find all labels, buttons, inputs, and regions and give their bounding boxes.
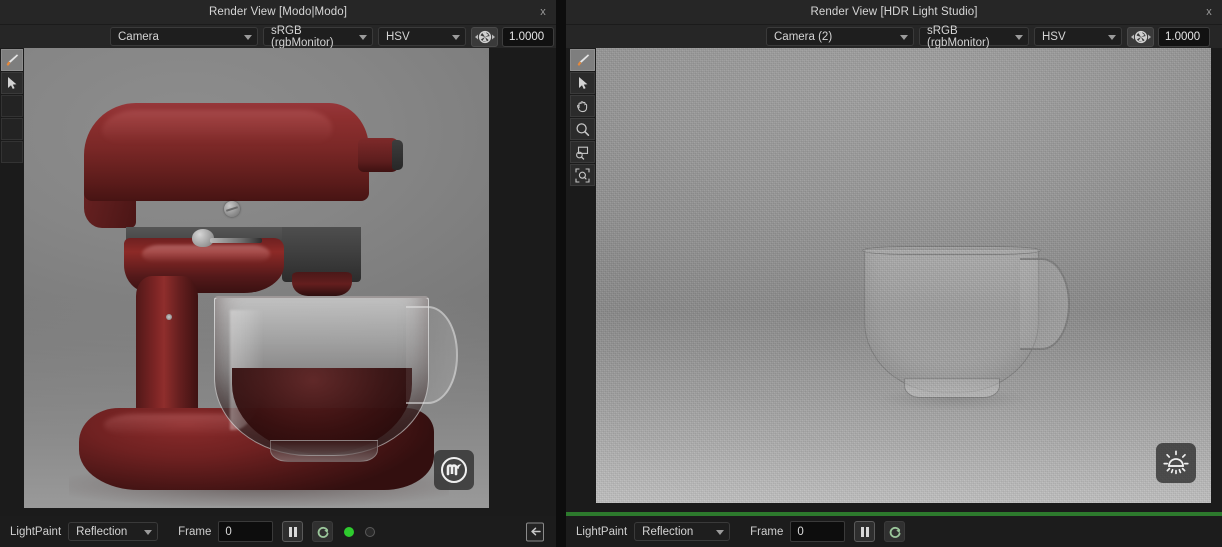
exposure-field[interactable]: 1.0000 [502, 26, 554, 47]
modo-logo-icon [434, 450, 474, 490]
chevron-down-icon [452, 34, 460, 40]
chevron-down-icon [144, 529, 153, 535]
right-vertical-toolbar [566, 48, 596, 512]
right-panel-body [566, 48, 1222, 512]
right-panel-titlebar: Render View [HDR Light Studio] x [566, 0, 1222, 25]
hdr-light-studio-sun-icon [1156, 443, 1196, 483]
left-panel-titlebar: Render View [Modo|Modo] x [0, 0, 556, 25]
status-dot-inactive [365, 526, 376, 537]
right-panel-title: Render View [HDR Light Studio] [810, 6, 978, 18]
left-render-canvas[interactable] [24, 48, 556, 516]
camera-select[interactable]: Camera [110, 27, 258, 46]
colorspace-select-value: sRGB (rgbMonitor) [927, 24, 990, 49]
pause-icon[interactable] [282, 521, 304, 542]
colorspace-select[interactable]: sRGB (rgbMonitor) [919, 24, 1029, 49]
render-image-glassbowl [596, 48, 1211, 503]
select-tool[interactable] [1, 72, 23, 94]
colormode-select[interactable]: HSV [378, 27, 466, 46]
aperture-icon[interactable] [471, 26, 498, 47]
tool-slot-5[interactable] [1, 141, 23, 163]
select-tool[interactable] [570, 72, 595, 94]
left-panel-toolbar: Camera sRGB (rgbMonitor) HSV 1.0000 [0, 24, 556, 49]
chevron-down-icon [900, 34, 908, 40]
camera-select-value: Camera [118, 30, 159, 43]
chevron-down-icon [716, 529, 725, 535]
colormode-select[interactable]: HSV [1034, 27, 1122, 46]
chevron-down-icon [1108, 34, 1116, 40]
chevron-down-icon [359, 34, 367, 40]
frame-label: Frame [750, 525, 784, 538]
aperture-icon[interactable] [1127, 26, 1154, 47]
refresh-icon[interactable] [312, 521, 334, 542]
right-panel-toolbar: Camera (2) sRGB (rgbMonitor) HSV 1.0000 [566, 24, 1222, 49]
pause-icon[interactable] [854, 521, 876, 542]
colorspace-select[interactable]: sRGB (rgbMonitor) [263, 24, 373, 49]
lightpaint-mode-value: Reflection [642, 525, 694, 538]
colorspace-select-value: sRGB (rgbMonitor) [271, 24, 334, 49]
camera-select-value: Camera (2) [774, 30, 833, 43]
left-panel-title: Render View [Modo|Modo] [208, 6, 348, 18]
stand-mixer-model [24, 48, 489, 508]
lightpaint-mode-select[interactable]: Reflection [634, 522, 731, 541]
tool-slot-3[interactable] [1, 95, 23, 117]
lightpaint-label: LightPaint [10, 525, 62, 538]
zoom-region-tool[interactable] [570, 141, 595, 163]
pan-tool[interactable] [570, 95, 595, 117]
right-render-panel: Render View [HDR Light Studio] x Camera … [566, 0, 1222, 547]
colormode-select-value: HSV [1042, 30, 1066, 43]
chevron-down-icon [1015, 34, 1023, 40]
panel-divider[interactable] [556, 0, 566, 547]
tool-slot-4[interactable] [1, 118, 23, 140]
camera-select[interactable]: Camera (2) [766, 27, 914, 46]
right-panel-statusbar: LightPaint Reflection Frame 0 [566, 516, 1222, 547]
lightpaint-mode-value: Reflection [76, 525, 128, 538]
chevron-down-icon [244, 34, 252, 40]
zoom-fit-tool[interactable] [570, 164, 595, 186]
status-dot-active [344, 526, 355, 537]
canvas-right-gutter [521, 48, 556, 516]
zoom-tool[interactable] [570, 118, 595, 140]
left-vertical-toolbar [0, 48, 24, 516]
collapse-left-icon[interactable] [526, 522, 544, 541]
render-image-mixer [24, 48, 489, 508]
lightpaint-mode-select[interactable]: Reflection [68, 522, 159, 541]
exposure-field[interactable]: 1.0000 [1158, 26, 1210, 47]
render-view-app: Render View [Modo|Modo] x Camera sRGB (r… [0, 0, 1222, 547]
close-icon[interactable]: x [1202, 5, 1216, 19]
left-render-panel: Render View [Modo|Modo] x Camera sRGB (r… [0, 0, 556, 547]
frame-input[interactable]: 0 [790, 521, 846, 542]
lightpaint-label: LightPaint [576, 525, 628, 538]
left-panel-statusbar: LightPaint Reflection Frame 0 [0, 516, 556, 547]
brush-tool[interactable] [1, 49, 23, 71]
brush-tool[interactable] [570, 49, 595, 71]
refresh-icon[interactable] [884, 521, 906, 542]
close-icon[interactable]: x [536, 5, 550, 19]
right-render-canvas[interactable] [596, 48, 1222, 512]
frame-input[interactable]: 0 [218, 521, 274, 542]
glass-bowl-model [864, 248, 1039, 393]
frame-label: Frame [178, 525, 212, 538]
left-panel-body [0, 48, 556, 516]
colormode-select-value: HSV [386, 30, 410, 43]
